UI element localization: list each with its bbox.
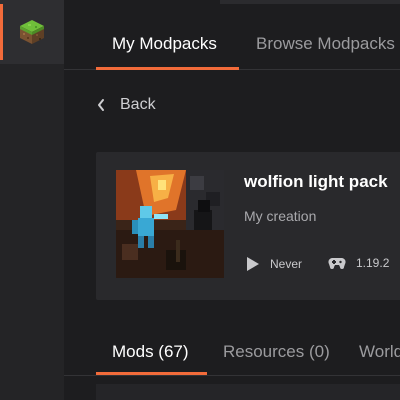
sidebar-item-minecraft[interactable]: [0, 0, 64, 64]
game-version: 1.19.2: [328, 256, 389, 270]
back-label: Back: [120, 96, 156, 113]
active-tab-underline: [96, 372, 207, 375]
minecraft-grass-block-icon: [20, 20, 44, 44]
modpack-description: My creation: [244, 208, 317, 224]
back-button[interactable]: Back: [96, 94, 156, 116]
modpack-name: wolfion light pack: [244, 172, 388, 191]
game-version-value: 1.19.2: [356, 256, 390, 270]
mods-list: [96, 384, 400, 400]
gamepad-icon: [328, 258, 346, 269]
active-tab-underline: [96, 67, 239, 70]
last-played-value: Never: [270, 257, 303, 271]
tab-browse-modpacks[interactable]: Browse Modpacks: [256, 34, 395, 54]
tab-resources[interactable]: Resources (0): [223, 342, 330, 362]
tab-mods[interactable]: Mods (67): [112, 342, 189, 362]
play-icon[interactable]: [246, 256, 260, 272]
main-panel: My Modpacks Browse Modpacks Back wolfion…: [64, 0, 400, 400]
sidebar: [0, 0, 64, 400]
tab-worlds[interactable]: Worlds: [359, 342, 400, 362]
last-played: Never: [246, 256, 302, 272]
modpack-tabs: My Modpacks Browse Modpacks: [64, 0, 400, 70]
modpack-card: wolfion light pack My creation Never 1.1…: [96, 152, 400, 300]
active-indicator: [0, 4, 3, 60]
modpack-thumbnail: [116, 170, 224, 278]
chevron-left-icon: [98, 99, 104, 111]
content-tabs: Mods (67) Resources (0) Worlds: [64, 334, 400, 376]
tab-my-modpacks[interactable]: My Modpacks: [112, 34, 217, 54]
